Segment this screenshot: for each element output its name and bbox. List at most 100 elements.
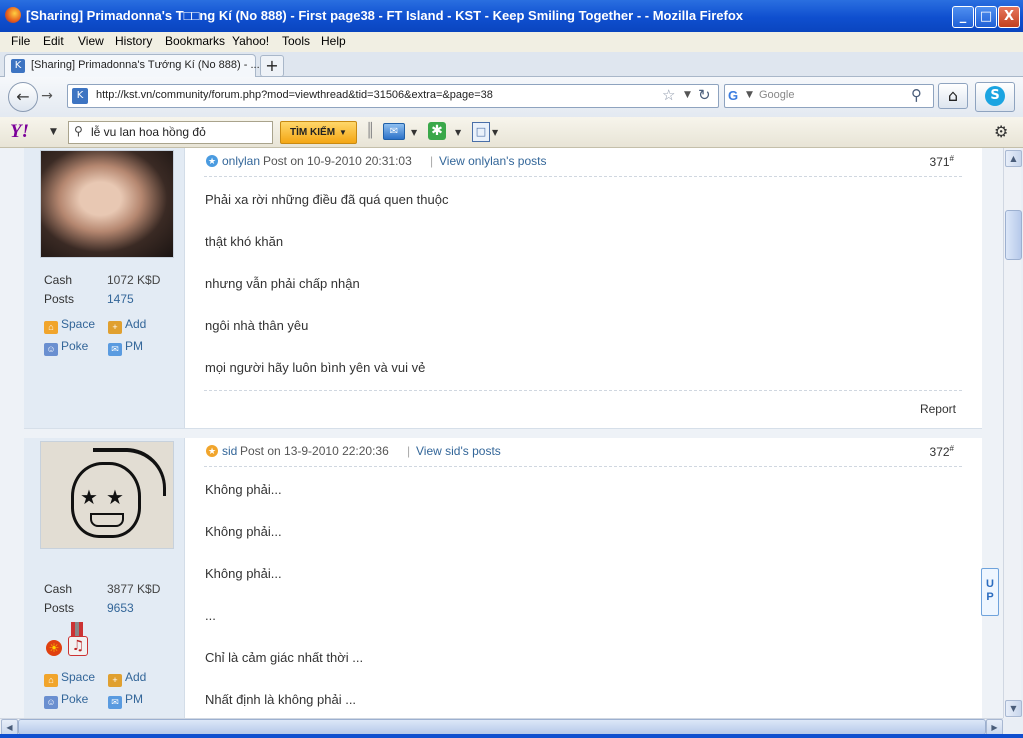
- scroll-down-arrow-icon[interactable]: ▼: [1005, 700, 1022, 717]
- horizontal-scroll-thumb[interactable]: [18, 719, 986, 735]
- post-371: Cash 1072 K$D Posts 1475 ⌂ Space + Add ☺ Po…: [24, 148, 982, 429]
- music-medal-icon[interactable]: ♫: [68, 622, 88, 656]
- space-link-label: Space: [61, 670, 96, 684]
- report-link[interactable]: Report: [920, 402, 956, 416]
- tab-strip: K [Sharing] Primadonna's Tướng Kí (No 88…: [0, 52, 1023, 77]
- horizontal-scrollbar[interactable]: ◀ ▶: [0, 718, 1003, 736]
- yahoo-toolbar: Y! ▼ ⚲ lễ vu lan hoa hồng đỏ TÌM KIẾM ▼ ║…: [0, 117, 1023, 148]
- add-friend-link[interactable]: + Add: [108, 317, 146, 334]
- teeth-drawing: [90, 513, 124, 527]
- yahoo-logo[interactable]: Y!: [10, 121, 29, 143]
- up-label: UP: [986, 578, 994, 603]
- skype-button[interactable]: S: [975, 82, 1015, 112]
- vertical-scrollbar[interactable]: ▲ ▼: [1003, 148, 1022, 718]
- poke-icon: ☺: [44, 343, 58, 356]
- offline-status-icon: ★: [206, 445, 218, 457]
- menu-bar: File Edit View History Bookmarks Yahoo! …: [0, 32, 1023, 53]
- menu-view[interactable]: View: [78, 34, 104, 48]
- close-button[interactable]: X: [998, 6, 1020, 28]
- scroll-to-top-button[interactable]: UP: [981, 568, 999, 616]
- menu-history[interactable]: History: [115, 34, 152, 48]
- url-text[interactable]: http://kst.vn/community/forum.php?mod=vi…: [96, 89, 493, 101]
- add-friend-link[interactable]: + Add: [108, 670, 146, 687]
- maximize-button[interactable]: □: [975, 6, 997, 28]
- post-number[interactable]: 371#: [930, 154, 954, 169]
- reload-icon[interactable]: ↻: [698, 86, 711, 104]
- title-bar: [Sharing] Primadonna's T□□ng Kí (No 888)…: [0, 0, 1023, 32]
- poke-link[interactable]: ☺ Poke: [44, 692, 88, 709]
- gear-icon[interactable]: ⚙: [994, 122, 1008, 141]
- posts-count[interactable]: 9653: [107, 601, 134, 615]
- bookmark-star-icon[interactable]: ☆: [662, 86, 675, 104]
- search-icon: ⚲: [74, 124, 83, 138]
- menu-bookmarks[interactable]: Bookmarks: [165, 34, 225, 48]
- mail-icon: ✉: [108, 343, 122, 356]
- search-icon[interactable]: ⚲: [911, 86, 922, 104]
- forward-button[interactable]: →: [37, 87, 57, 105]
- window-bottom-border: [0, 734, 1023, 738]
- star-eye-icon: ★: [80, 485, 98, 509]
- scroll-up-arrow-icon[interactable]: ▲: [1005, 150, 1022, 167]
- minimize-button[interactable]: _: [952, 6, 974, 28]
- post-line: Không phải...: [205, 566, 282, 581]
- avatar[interactable]: [40, 150, 174, 258]
- mail-dropdown-icon[interactable]: ▼: [411, 128, 417, 137]
- view-author-posts-link[interactable]: View sid's posts: [416, 444, 501, 458]
- page-content: Cash 1072 K$D Posts 1475 ⌂ Space + Add ☺ Po…: [0, 148, 1003, 718]
- posts-count[interactable]: 1475: [107, 292, 134, 306]
- menu-yahoo[interactable]: Yahoo!: [232, 34, 269, 48]
- medal-ribbon: [71, 622, 83, 636]
- post-line: Nhất định là không phải ...: [205, 692, 357, 707]
- add-friend-label: Add: [125, 670, 147, 684]
- history-dropdown-icon[interactable]: ▼: [684, 90, 691, 100]
- post-author-name[interactable]: sid: [222, 444, 237, 458]
- post-author-name[interactable]: onlylan: [222, 154, 260, 168]
- toolbar-separator-icon: ║: [366, 123, 375, 139]
- poke-icon: ☺: [44, 696, 58, 709]
- header-divider: |: [430, 154, 434, 168]
- home-button[interactable]: ⌂: [938, 83, 968, 109]
- mail-icon: ✉: [108, 696, 122, 709]
- page-icon[interactable]: □: [472, 122, 490, 142]
- app-dropdown-icon[interactable]: ▼: [455, 128, 461, 137]
- yahoo-search-value[interactable]: lễ vu lan hoa hồng đỏ: [91, 125, 206, 139]
- post-line: ngôi nhà thân yêu: [205, 318, 309, 333]
- poke-link[interactable]: ☺ Poke: [44, 339, 88, 356]
- post-line: thật khó khăn: [205, 234, 284, 249]
- menu-file[interactable]: File: [11, 34, 30, 48]
- menu-edit[interactable]: Edit: [43, 34, 64, 48]
- view-author-posts-link[interactable]: View onlylan's posts: [439, 154, 546, 168]
- search-engine-dropdown-icon[interactable]: ▼: [746, 90, 753, 100]
- add-friend-label: Add: [125, 317, 147, 331]
- post-header: ★ onlylan Post on 10-9-2010 20:31:03 | V…: [204, 148, 962, 177]
- yahoo-dropdown-icon[interactable]: ▼: [50, 127, 57, 137]
- post-number-value: 371: [929, 155, 950, 169]
- page-dropdown-icon[interactable]: ▼: [492, 128, 498, 137]
- firefox-logo-icon: [5, 7, 21, 23]
- asterisk-app-icon[interactable]: ✱: [428, 122, 446, 140]
- tab-active[interactable]: K [Sharing] Primadonna's Tướng Kí (No 88…: [4, 54, 260, 77]
- search-bar[interactable]: G ▼ Google ⚲: [724, 84, 934, 108]
- vertical-scroll-thumb[interactable]: [1005, 210, 1022, 260]
- back-button[interactable]: ←: [8, 82, 38, 112]
- address-bar[interactable]: K http://kst.vn/community/forum.php?mod=…: [67, 84, 719, 108]
- post-footer-divider: [204, 390, 962, 391]
- sun-medal-icon[interactable]: ☀: [46, 640, 62, 656]
- search-input[interactable]: Google: [759, 89, 794, 101]
- pm-link-label: PM: [125, 339, 143, 353]
- pm-link[interactable]: ✉ PM: [108, 339, 143, 356]
- pm-link[interactable]: ✉ PM: [108, 692, 143, 709]
- mail-icon[interactable]: ✉: [383, 123, 405, 140]
- menu-help[interactable]: Help: [321, 34, 346, 48]
- space-link[interactable]: ⌂ Space: [44, 317, 95, 334]
- menu-tools[interactable]: Tools: [282, 34, 310, 48]
- cash-value: 3877 K$D: [107, 582, 161, 596]
- new-tab-button[interactable]: +: [260, 55, 284, 77]
- avatar[interactable]: ★ ★: [40, 441, 174, 549]
- yahoo-search-button[interactable]: TÌM KIẾM ▼: [280, 121, 357, 144]
- cash-label: Cash: [44, 582, 73, 596]
- space-link[interactable]: ⌂ Space: [44, 670, 95, 687]
- yahoo-search-input[interactable]: ⚲ lễ vu lan hoa hồng đỏ: [68, 121, 273, 144]
- post-number[interactable]: 372#: [930, 444, 954, 459]
- google-icon[interactable]: G: [728, 88, 744, 104]
